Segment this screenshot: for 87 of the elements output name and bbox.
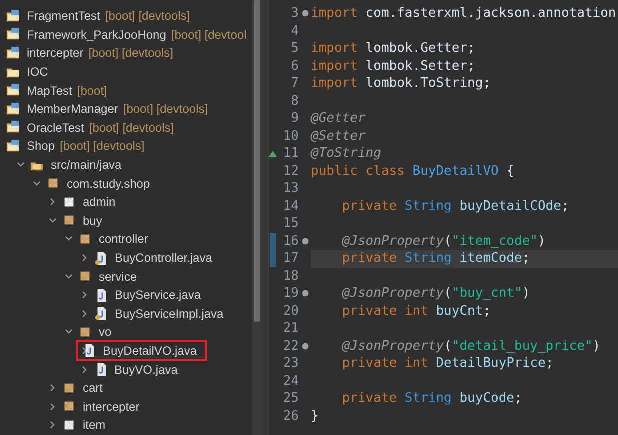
tree-item-decoration: [boot] [devtools] xyxy=(89,120,174,135)
line-number: 10 xyxy=(282,128,299,144)
java-file-icon xyxy=(94,306,109,322)
line-number: 8 xyxy=(290,94,299,109)
code-line: @Setter xyxy=(311,128,366,144)
code-line: @ToString xyxy=(311,146,382,162)
code-line: @JsonProperty("buy_cnt") xyxy=(341,286,530,302)
code-line: private String buyDetailCOde; xyxy=(341,198,570,214)
line-number: 22 xyxy=(282,338,299,354)
code-line: import com.fasterxml.jackson.annotation xyxy=(311,6,616,22)
triangle-icon xyxy=(269,150,277,157)
code-line: import lombok.Setter; xyxy=(311,58,476,74)
tree-item-label[interactable]: item xyxy=(81,418,108,432)
scrollbar[interactable] xyxy=(252,0,262,435)
project-folder-icon xyxy=(6,120,21,136)
code-line: @Getter xyxy=(311,111,366,126)
tree-item-decoration: [boot] xyxy=(77,84,108,98)
line-number: 21 xyxy=(282,321,299,336)
line-number: 7 xyxy=(290,76,299,92)
tree-item-decoration: [boot] [devtools] xyxy=(123,102,208,116)
line-number: 11 xyxy=(282,146,299,162)
tree-item-label[interactable]: intercepter xyxy=(81,400,142,414)
tree-item-label[interactable]: src/main/java xyxy=(49,158,124,172)
tree-item-label[interactable]: com.study.shop xyxy=(65,176,152,191)
line-number: 25 xyxy=(282,391,299,406)
tree-item-label[interactable]: buy xyxy=(81,214,104,228)
tree-item-label[interactable]: Shop xyxy=(25,139,58,154)
project-folder-icon xyxy=(6,46,21,61)
code-line: import lombok.ToString; xyxy=(311,76,492,92)
fold-dot-icon[interactable] xyxy=(302,238,308,245)
tree-item-label[interactable]: MemberManager xyxy=(25,102,120,116)
line-number: 4 xyxy=(290,24,299,39)
line-number: 26 xyxy=(282,408,299,424)
line-number: 12 xyxy=(282,164,299,179)
line-number: 6 xyxy=(290,58,299,74)
code-line: } xyxy=(311,408,319,424)
code-line: @JsonProperty("detail_buy_price") xyxy=(341,338,601,354)
code-line: @JsonProperty("item_code") xyxy=(341,234,546,249)
tree-item-label[interactable]: BuyDetailVO.java xyxy=(101,344,200,358)
code-line: private String buyCode; xyxy=(341,391,522,406)
project-folder-icon xyxy=(6,138,21,154)
line-number: 18 xyxy=(282,268,299,284)
tree-item-label[interactable]: controller xyxy=(97,232,150,246)
project-folder-icon xyxy=(6,83,21,98)
tree-item-label[interactable]: admin xyxy=(81,195,118,210)
code-line: import lombok.Getter; xyxy=(311,41,476,56)
line-number: 17 xyxy=(282,251,299,266)
fold-dot-icon[interactable] xyxy=(302,290,308,298)
tree-item-label[interactable]: MapTest xyxy=(25,84,74,98)
line-number: 3 xyxy=(290,6,299,22)
tree-item-label[interactable]: IOC xyxy=(25,65,50,80)
tree-item-decoration: [boot] [devtools] xyxy=(88,46,174,60)
java-file-icon xyxy=(94,250,109,266)
line-number: 24 xyxy=(282,374,299,389)
line-number: 14 xyxy=(282,198,299,214)
fold-dot-icon[interactable] xyxy=(302,10,308,18)
tree-item-label[interactable]: BuyService.java xyxy=(113,288,204,302)
line-number: 23 xyxy=(282,356,299,372)
code-line: private int buyCnt; xyxy=(341,304,492,319)
tree-item-label[interactable]: OracleTest xyxy=(25,120,86,135)
project-folder-icon xyxy=(6,27,21,42)
tree-item-label[interactable]: vo xyxy=(97,325,114,340)
tree-item-label[interactable]: cart xyxy=(81,381,106,396)
tree-item-decoration: [boot] [devtools] xyxy=(105,9,190,24)
tree-item-label[interactable]: Framework_ParkJooHong xyxy=(25,28,168,42)
tree-item-label[interactable]: FragmentTest xyxy=(25,9,102,24)
line-number: 15 xyxy=(282,216,299,232)
code-editor[interactable] xyxy=(268,0,618,435)
line-number: 20 xyxy=(282,304,299,319)
code-line: private String itemCode; xyxy=(341,251,530,266)
line-number: 19 xyxy=(282,286,299,302)
tree-item-label[interactable]: intercepter xyxy=(25,46,86,60)
project-folder-icon xyxy=(6,8,21,24)
project-folder-icon xyxy=(6,102,21,117)
tree-item-label[interactable]: BuyServiceImpl.java xyxy=(113,306,226,321)
line-number: 13 xyxy=(282,181,299,196)
fold-dot-icon[interactable] xyxy=(302,342,308,350)
tree-item-label[interactable]: BuyController.java xyxy=(113,251,214,266)
line-number: 16 xyxy=(282,234,299,249)
tree-item-decoration: [boot] [devtools] xyxy=(60,139,145,154)
tree-item-decoration: [boot] [devtool xyxy=(171,28,247,42)
code-line: public class BuyDetailVO { xyxy=(311,164,514,179)
tree-item-label[interactable]: service xyxy=(97,270,140,284)
tree-item-label[interactable]: BuyVO.java xyxy=(112,362,180,377)
code-line: private int DetailBuyPrice; xyxy=(341,356,554,372)
line-number: 9 xyxy=(290,111,299,126)
line-number: 5 xyxy=(290,41,299,56)
